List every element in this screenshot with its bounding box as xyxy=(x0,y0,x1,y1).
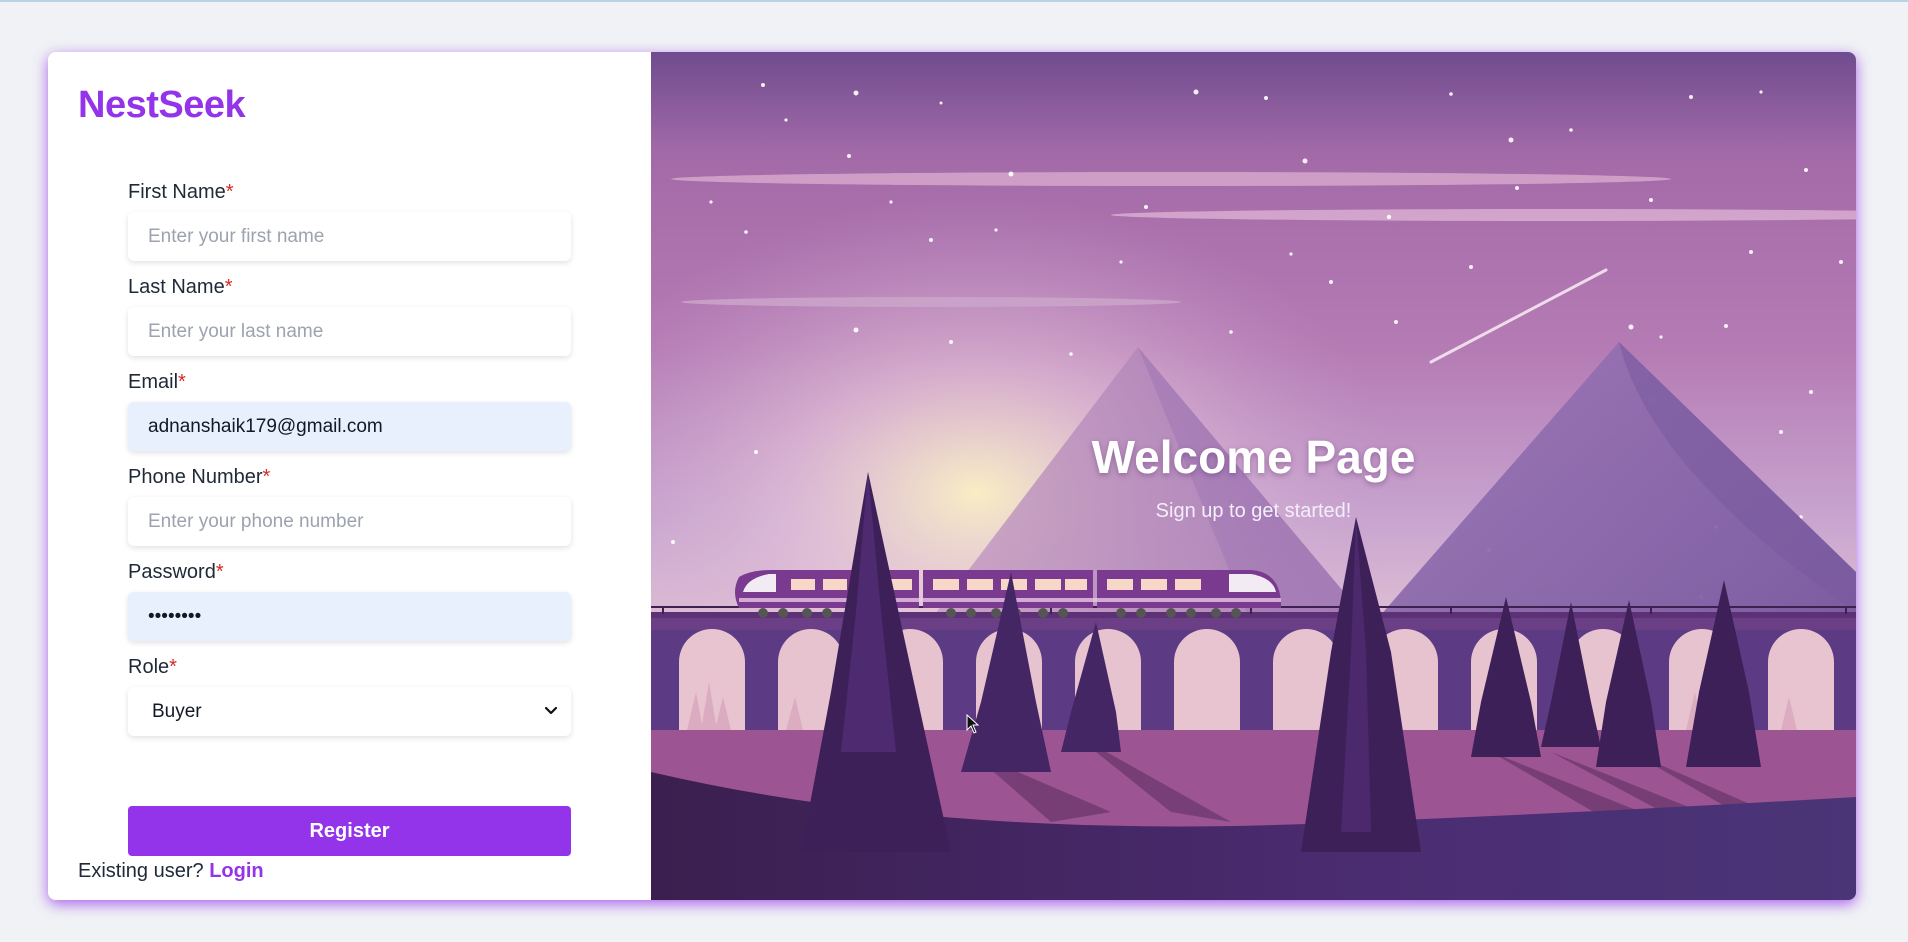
phone-field: Phone Number* xyxy=(128,465,571,546)
brand-logo: NestSeek xyxy=(78,84,246,126)
first-name-field: First Name* xyxy=(128,180,571,261)
role-select[interactable]: Buyer xyxy=(128,687,571,736)
hero-subtitle: Sign up to get started! xyxy=(1155,500,1352,522)
chevron-down-icon xyxy=(544,706,558,715)
mouse-cursor-icon xyxy=(966,714,980,734)
role-label: Role* xyxy=(128,656,177,678)
last-name-input[interactable] xyxy=(128,307,571,356)
hero-panel: Welcome Page Sign up to get started! xyxy=(651,52,1856,900)
phone-label: Phone Number* xyxy=(128,466,271,488)
role-field: Role* Buyer xyxy=(128,655,571,736)
login-link[interactable]: Login xyxy=(209,860,263,882)
password-input[interactable] xyxy=(128,592,571,641)
register-panel: NestSeek First Name* Last Name* Email* P… xyxy=(48,52,651,900)
role-selected-value: Buyer xyxy=(152,701,202,722)
password-field: Password* xyxy=(128,560,571,641)
register-card: NestSeek First Name* Last Name* Email* P… xyxy=(48,52,1856,900)
email-label: Email* xyxy=(128,371,186,393)
hero-title: Welcome Page xyxy=(1091,431,1416,483)
first-name-input[interactable] xyxy=(128,212,571,261)
password-label: Password* xyxy=(128,561,224,583)
register-button[interactable]: Register xyxy=(128,806,571,856)
email-field: Email* xyxy=(128,370,571,451)
last-name-label: Last Name* xyxy=(128,276,233,298)
first-name-label: First Name* xyxy=(128,181,234,203)
last-name-field: Last Name* xyxy=(128,275,571,356)
phone-input[interactable] xyxy=(128,497,571,546)
existing-user-text: Existing user? Login xyxy=(78,860,264,882)
email-input[interactable] xyxy=(128,402,571,451)
